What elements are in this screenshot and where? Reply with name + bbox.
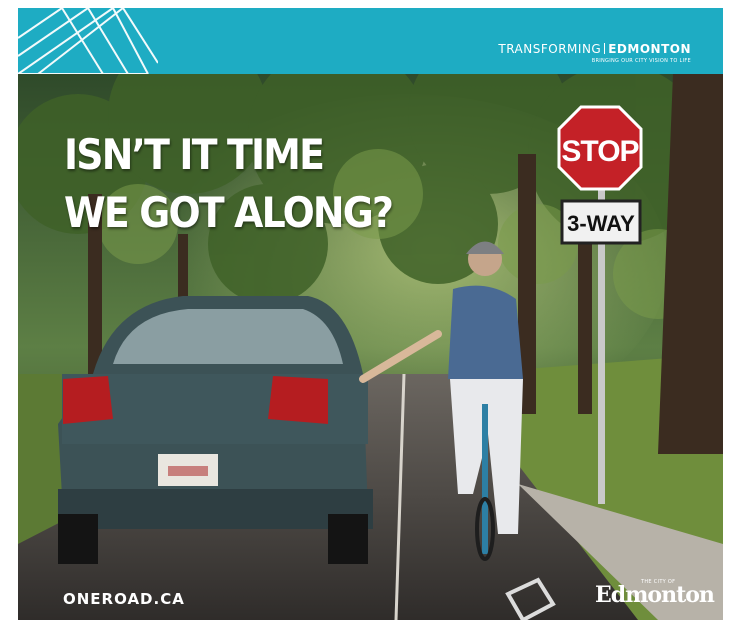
- oneroad-url: ONEROAD.CA: [63, 590, 185, 608]
- brand-right-text: EDMONTON: [608, 42, 691, 56]
- three-way-sign: 3-WAY: [560, 199, 642, 245]
- logo-wordmark: Edmonton: [595, 582, 715, 608]
- top-banner: TRANSFORMING EDMONTON BRINGING OUR CITY V…: [18, 8, 723, 74]
- three-way-sign-text: 3-WAY: [567, 211, 635, 236]
- logo-small-text: THE CITY OF: [641, 579, 676, 585]
- geometric-lines-graphic: [18, 8, 158, 74]
- stop-sign: STOP: [557, 105, 643, 191]
- city-of-edmonton-logo: THE CITY OF Edmonton: [595, 579, 715, 608]
- headline-line-2: WE GOT ALONG?: [64, 188, 394, 237]
- headline: ISN’T IT TIME WE GOT ALONG?: [64, 126, 394, 242]
- stop-sign-text: STOP: [561, 135, 638, 168]
- ad-poster: TRANSFORMING EDMONTON BRINGING OUR CITY V…: [18, 8, 723, 620]
- transforming-edmonton-brand: TRANSFORMING EDMONTON BRINGING OUR CITY V…: [498, 42, 691, 64]
- brand-tagline: BRINGING OUR CITY VISION TO LIFE: [591, 58, 691, 64]
- brand-left-text: TRANSFORMING: [498, 42, 602, 56]
- headline-line-1: ISN’T IT TIME: [64, 130, 325, 179]
